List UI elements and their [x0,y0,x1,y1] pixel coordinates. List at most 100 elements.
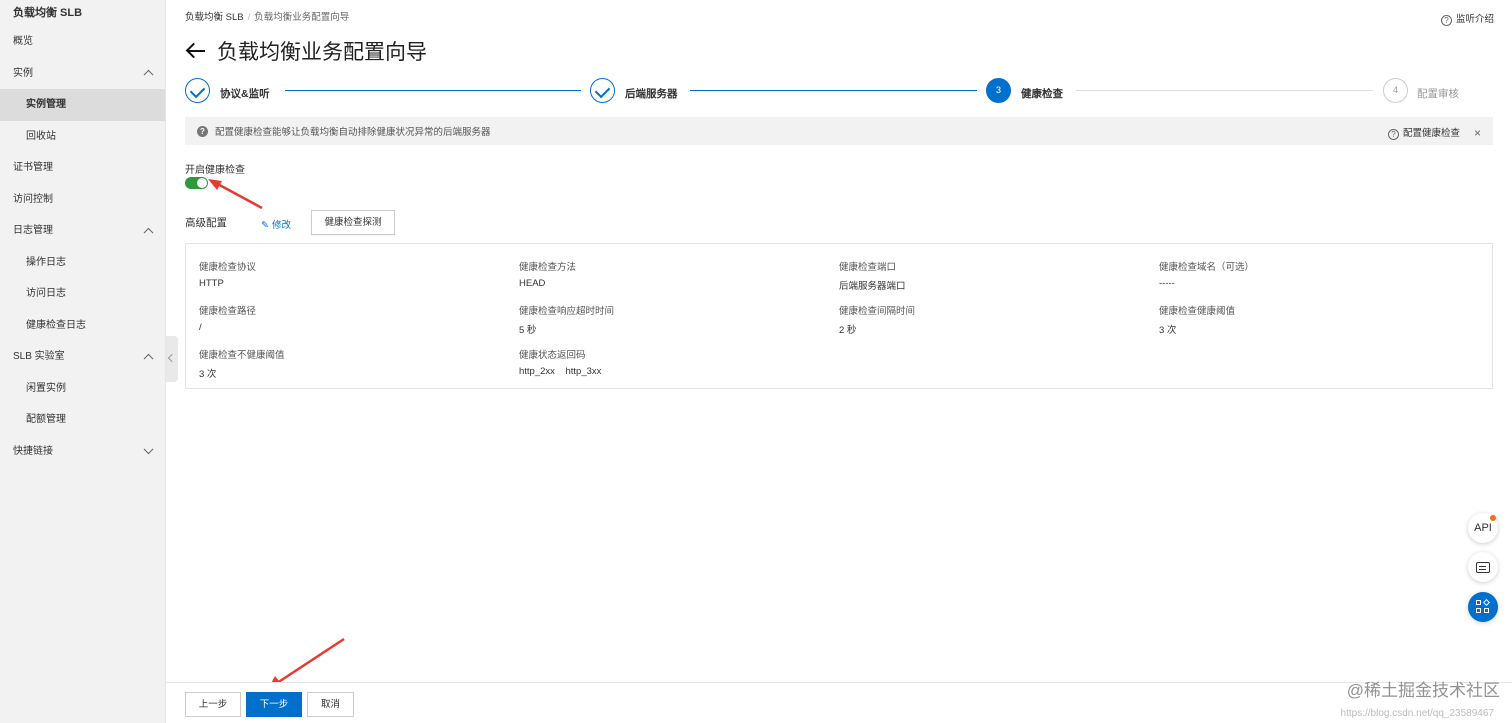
edit-label: 修改 [271,220,291,231]
step-connector [1076,90,1373,91]
sidebar-item-quick-links[interactable]: 快捷链接 [0,436,165,468]
sidebar-item-instance[interactable]: 实例 [0,58,165,90]
sidebar-item-quota-management[interactable]: 配额管理 [0,404,165,436]
sidebar-item-label: 日志管理 [13,225,53,236]
configure-health-check-label: 配置健康检查 [1402,128,1460,139]
config-key: 健康检查健康阈值 [1159,306,1236,317]
health-check-config-panel: 健康检查协议 HTTP 健康检查方法 HEAD 健康检查端口 后端服务器端口 健… [185,243,1493,389]
chevron-down-icon [143,444,154,455]
annotation-arrow-icon [208,179,263,210]
main-content: 负载均衡 SLB / 负载均衡业务配置向导 ? 监听介绍 负载均衡业务配置向导 协议&… [166,0,1512,723]
listener-intro-link[interactable]: ? 监听介绍 [1440,11,1494,26]
step-1-check-icon [185,78,210,103]
step-connector [690,90,977,91]
feedback-button[interactable] [1468,552,1498,582]
sidebar-item-recycle-bin[interactable]: 回收站 [0,121,165,153]
config-key: 健康检查域名（可选） [1159,262,1255,273]
breadcrumb: 负载均衡 SLB / 负载均衡业务配置向导 [185,9,349,23]
cancel-button[interactable]: 取消 [307,692,354,717]
sidebar-item-slb-lab[interactable]: SLB 实验室 [0,341,165,373]
watermark: @稀土掘金技术社区 [1346,681,1500,700]
watermark-url: https://blog.csdn.net/qq_23589467 [1340,708,1494,719]
chevron-up-icon [143,227,154,238]
config-port: 健康检查端口 后端服务器端口 [839,259,1139,292]
chevron-up-icon [143,353,154,364]
sidebar-item-log-management[interactable]: 日志管理 [0,215,165,247]
config-value: 2 秒 [839,325,857,336]
health-check-probe-button[interactable]: 健康检查探测 [311,210,395,235]
step-connector [285,90,581,91]
sidebar-item-access-log[interactable]: 访问日志 [0,278,165,310]
config-value: / [199,322,202,333]
edit-link[interactable]: ✎ 修改 [261,217,291,231]
config-key: 健康检查端口 [839,262,897,273]
sidebar-item-access-control[interactable]: 访问控制 [0,184,165,216]
step-4-number: 4 [1383,78,1408,103]
config-value: 5 秒 [519,325,537,336]
chevron-up-icon [143,70,154,80]
config-key: 健康检查协议 [199,262,257,273]
config-status-codes: 健康状态返回码 http_2xx http_3xx [519,347,819,377]
previous-step-button[interactable]: 上一步 [185,692,241,717]
sidebar-item-label: 快捷链接 [13,445,53,457]
page-title: 负载均衡业务配置向导 [217,41,427,64]
question-circle-icon: ? [197,125,208,137]
api-button[interactable]: API [1468,513,1498,543]
config-value: 3 次 [1159,325,1177,336]
config-path: 健康检查路径 / [199,303,499,333]
apps-grid-icon [1476,599,1491,614]
api-label: API [1474,522,1492,534]
config-value: 3 次 [199,369,217,380]
page-header: 负载均衡业务配置向导 [185,36,427,66]
config-key: 健康检查响应超时时间 [519,306,615,317]
chat-icon [1476,561,1490,573]
advanced-config-label: 高级配置 [185,217,227,229]
step-3-number: 3 [986,78,1011,103]
config-protocol: 健康检查协议 HTTP [199,259,499,289]
config-interval: 健康检查间隔时间 2 秒 [839,303,1139,336]
health-check-toggle-label: 开启健康检查 [185,165,245,176]
config-key: 健康检查方法 [519,262,577,273]
sidebar-item-operation-log[interactable]: 操作日志 [0,247,165,279]
sidebar-title: 负载均衡 SLB [13,7,83,19]
apps-button[interactable] [1468,592,1498,622]
breadcrumb-item-slb[interactable]: 负载均衡 SLB [185,12,244,23]
config-domain: 健康检查域名（可选） ----- [1159,259,1459,289]
sidebar-item-label: 实例 [13,67,33,79]
breadcrumb-separator: / [247,12,251,23]
sidebar-item-certificates[interactable]: 证书管理 [0,152,165,184]
close-icon[interactable]: × [1474,127,1481,139]
config-key: 健康检查间隔时间 [839,306,916,317]
banner-actions: ? 配置健康检查 × [1387,125,1481,140]
sidebar-item-health-check-log[interactable]: 健康检查日志 [0,310,165,342]
config-value: HTTP [199,278,224,289]
notification-dot [1490,515,1496,521]
info-banner: ? 配置健康检查能够让负载均衡自动排除健康状况异常的后端服务器 ? 配置健康检查 … [185,117,1493,145]
question-circle-icon: ? [1440,15,1452,26]
config-key: 健康检查不健康阈值 [199,350,285,361]
sidebar-item-overview[interactable]: 概览 [0,26,165,58]
step-1-label: 协议&监听 [220,88,270,100]
sidebar: 负载均衡 SLB 概览 实例 实例管理 回收站 证书管理 访问控制 日志管理 操… [0,0,166,723]
config-key: 健康检查路径 [199,306,257,317]
listener-intro-label: 监听介绍 [1455,14,1494,25]
next-step-button[interactable]: 下一步 [246,692,302,717]
footer-bar: 上一步 下一步 取消 [166,682,1512,723]
config-unhealthy-threshold: 健康检查不健康阈值 3 次 [199,347,499,380]
banner-text: 配置健康检查能够让负载均衡自动排除健康状况异常的后端服务器 [215,127,491,138]
config-healthy-threshold: 健康检查健康阈值 3 次 [1159,303,1459,336]
sidebar-item-instance-management[interactable]: 实例管理 [0,89,165,121]
config-value: HEAD [519,278,546,289]
wizard-steps: 协议&监听 后端服务器 3 健康检查 4 配置审核 [185,77,1485,105]
step-2-check-icon [590,78,615,103]
config-value: http_2xx http_3xx [519,366,602,377]
config-value: 后端服务器端口 [839,281,906,292]
back-arrow-icon[interactable] [185,40,207,62]
step-2-label: 后端服务器 [625,88,678,100]
sidebar-item-label: SLB 实验室 [13,351,65,362]
configure-health-check-link[interactable]: ? 配置健康检查 [1387,125,1460,140]
pencil-icon: ✎ [261,220,269,231]
sidebar-item-idle-instances[interactable]: 闲置实例 [0,373,165,405]
config-method: 健康检查方法 HEAD [519,259,819,289]
config-value: ----- [1159,278,1175,289]
